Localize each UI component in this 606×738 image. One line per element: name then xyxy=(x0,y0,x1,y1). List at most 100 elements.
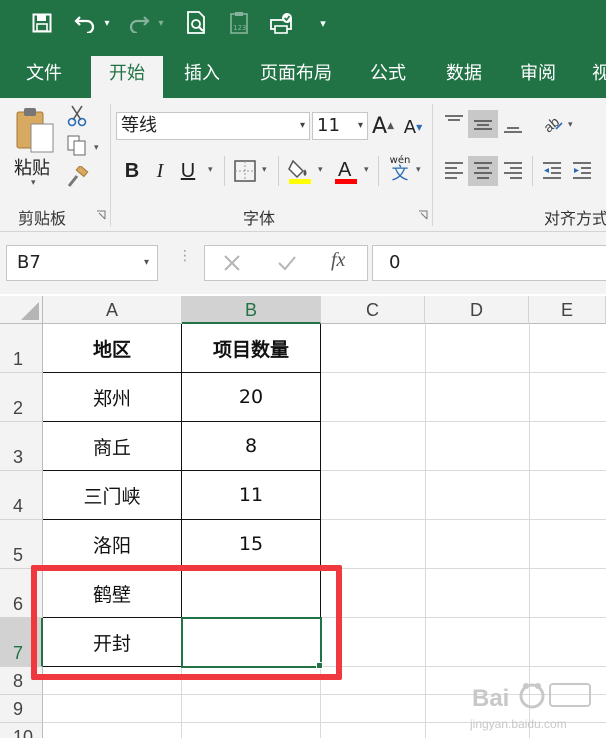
redo-dropdown-icon: ▾ xyxy=(158,17,164,29)
gridline xyxy=(321,617,606,618)
format-painter-icon[interactable] xyxy=(64,164,90,192)
font-size-value: 11 xyxy=(317,115,340,136)
formula-bar: B7 ▾ ⋮ fx 0 xyxy=(0,232,606,294)
select-all-corner[interactable] xyxy=(0,296,43,324)
decrease-font-size-icon[interactable]: A ▼ xyxy=(402,114,424,140)
font-color-dropdown-icon[interactable]: ▾ xyxy=(364,165,369,175)
tab-formulas[interactable]: 公式 xyxy=(358,56,418,98)
paste-label[interactable]: 粘贴 xyxy=(14,154,50,180)
phonetic-guide-icon[interactable]: wén 文 xyxy=(388,156,412,183)
fill-color-icon[interactable] xyxy=(286,156,314,186)
orientation-dropdown-icon[interactable]: ▾ xyxy=(568,120,573,130)
cell-b4[interactable]: 11 xyxy=(182,471,320,519)
clipboard-launcher-icon[interactable] xyxy=(96,210,106,220)
font-name-value: 等线 xyxy=(121,115,157,136)
group-separator xyxy=(432,104,433,226)
cell-b2[interactable]: 20 xyxy=(182,373,320,421)
alignment-group-label: 对齐方式 xyxy=(544,209,606,228)
column-header-d[interactable]: D xyxy=(425,296,529,324)
underline-icon[interactable]: U xyxy=(176,156,200,186)
paste-icon[interactable] xyxy=(10,104,60,158)
tab-page-layout[interactable]: 页面布局 xyxy=(252,56,340,98)
row-header-4[interactable]: 4 xyxy=(0,471,43,520)
tab-file[interactable]: 文件 xyxy=(14,56,74,98)
row-header-9[interactable]: 9 xyxy=(0,695,43,723)
phonetic-dropdown-icon[interactable]: ▾ xyxy=(416,165,421,175)
tab-insert[interactable]: 插入 xyxy=(172,56,232,98)
cell-a5[interactable]: 洛阳 xyxy=(43,520,181,568)
gridline xyxy=(321,519,606,520)
font-name-select[interactable]: 等线 ▾ xyxy=(116,112,310,140)
undo-icon[interactable] xyxy=(72,8,98,38)
save-icon[interactable] xyxy=(28,8,56,38)
formula-input[interactable]: 0 xyxy=(372,245,606,281)
highlight-annotation xyxy=(31,565,342,680)
quick-access-toolbar: ▾ ▾ 123 ▾ xyxy=(0,0,606,46)
gridline xyxy=(321,421,606,422)
column-header-e[interactable]: E xyxy=(529,296,606,324)
chevron-down-icon: ▾ xyxy=(143,257,149,268)
cell-b1[interactable]: 项目数量 xyxy=(182,324,320,372)
fill-color-dropdown-icon[interactable]: ▾ xyxy=(318,165,323,175)
gridline xyxy=(321,470,606,471)
cell-a3[interactable]: 商丘 xyxy=(43,422,181,470)
cell-a4[interactable]: 三门峡 xyxy=(43,471,181,519)
cell-b3[interactable]: 8 xyxy=(182,422,320,470)
align-center-icon[interactable] xyxy=(468,156,498,186)
print-preview-icon[interactable] xyxy=(183,8,211,38)
column-header-c[interactable]: C xyxy=(321,296,425,324)
text-orientation-icon[interactable]: ab xyxy=(540,110,566,138)
divider xyxy=(378,156,379,186)
tab-home[interactable]: 开始 xyxy=(91,56,163,98)
font-color-icon[interactable]: A xyxy=(332,156,360,186)
ribbon-tabs: 文件 开始 插入 页面布局 公式 数据 审阅 视 xyxy=(0,46,606,98)
cancel-icon[interactable] xyxy=(223,254,241,272)
decrease-indent-icon[interactable] xyxy=(538,156,566,186)
insert-function-icon[interactable]: fx xyxy=(331,249,345,272)
cut-icon[interactable] xyxy=(64,104,90,128)
increase-indent-icon[interactable] xyxy=(568,156,596,186)
paste-dropdown-icon[interactable]: ▾ xyxy=(31,178,36,188)
enter-icon[interactable] xyxy=(277,254,297,272)
borders-icon[interactable] xyxy=(232,158,258,184)
name-box[interactable]: B7 ▾ xyxy=(6,245,158,281)
gridline xyxy=(321,372,606,373)
font-size-select[interactable]: 11 ▾ xyxy=(312,112,368,140)
chevron-down-icon: ▾ xyxy=(299,120,305,131)
gridline xyxy=(321,666,606,667)
align-top-icon[interactable] xyxy=(440,110,468,138)
svg-text:A: A xyxy=(338,159,352,181)
print-icon[interactable] xyxy=(266,8,298,38)
customize-qat-icon[interactable]: ▾ xyxy=(316,8,330,38)
copy-dropdown-icon[interactable]: ▾ xyxy=(94,143,99,153)
align-right-icon[interactable] xyxy=(498,156,528,186)
column-header-b[interactable]: B xyxy=(182,296,321,324)
tab-view[interactable]: 视 xyxy=(586,56,606,98)
cell-a1[interactable]: 地区 xyxy=(43,324,181,372)
bold-icon[interactable]: B xyxy=(120,156,144,186)
align-bottom-icon[interactable] xyxy=(498,110,528,138)
italic-icon[interactable]: I xyxy=(148,156,172,186)
column-header-a[interactable]: A xyxy=(43,296,182,324)
borders-dropdown-icon[interactable]: ▾ xyxy=(262,165,267,175)
align-middle-icon[interactable] xyxy=(468,110,498,138)
ribbon-home: 粘贴 ▾ ▾ 剪贴板 等线 ▾ 11 ▾ A ▲ A ▼ B I U ▾ ▾ ▾ A… xyxy=(0,98,606,232)
undo-dropdown-icon[interactable]: ▾ xyxy=(100,8,114,38)
align-left-icon[interactable] xyxy=(440,156,468,186)
watermark-logo-icon: Bai jingyan.baidu.com xyxy=(470,683,591,731)
svg-text:jingyan.baidu.com: jingyan.baidu.com xyxy=(470,717,567,731)
increase-font-size-icon[interactable]: A ▲ xyxy=(372,112,394,140)
row-header-1[interactable]: 1 xyxy=(0,324,43,373)
copy-icon[interactable] xyxy=(64,134,90,158)
font-launcher-icon[interactable] xyxy=(418,210,428,220)
cell-a2[interactable]: 郑州 xyxy=(43,373,181,421)
tab-review[interactable]: 审阅 xyxy=(508,56,568,98)
tab-data[interactable]: 数据 xyxy=(434,56,494,98)
underline-dropdown-icon[interactable]: ▾ xyxy=(208,165,213,175)
row-header-2[interactable]: 2 xyxy=(0,373,43,422)
row-header-10[interactable]: 10 xyxy=(0,723,43,738)
formula-bar-grip-icon[interactable]: ⋮ xyxy=(178,249,192,263)
cell-b5[interactable]: 15 xyxy=(182,520,320,568)
row-header-3[interactable]: 3 xyxy=(0,422,43,471)
row-header-5[interactable]: 5 xyxy=(0,520,43,569)
